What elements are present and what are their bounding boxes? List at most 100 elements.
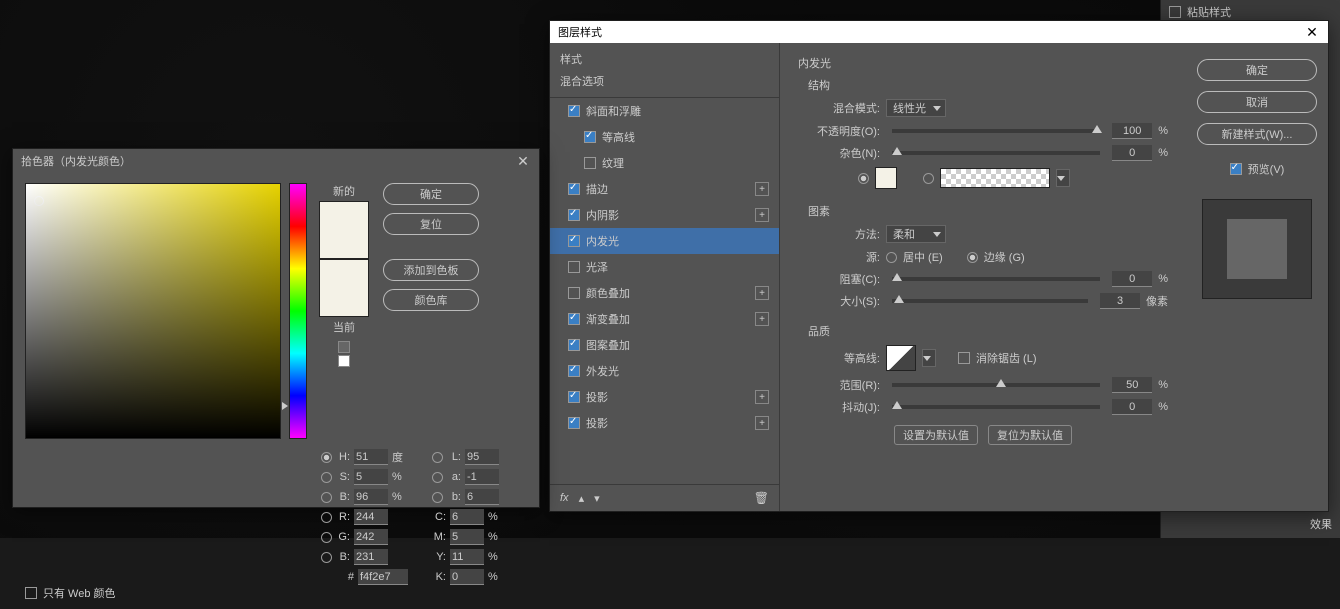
k-input[interactable] xyxy=(450,569,484,585)
plus-icon[interactable]: + xyxy=(755,286,769,300)
add-swatch-button[interactable]: 添加到色板 xyxy=(383,259,479,281)
style-coloroverlay[interactable]: 颜色叠加+ xyxy=(550,280,779,306)
checkbox-icon[interactable] xyxy=(568,105,580,117)
size-slider[interactable] xyxy=(892,299,1088,303)
h-radio[interactable] xyxy=(321,452,332,463)
lab-b-radio[interactable] xyxy=(432,492,443,503)
jitter-slider[interactable] xyxy=(892,405,1100,409)
checkbox-icon[interactable] xyxy=(568,183,580,195)
glow-color-swatch[interactable] xyxy=(875,167,897,189)
checkbox-icon[interactable] xyxy=(584,131,596,143)
m-input[interactable] xyxy=(450,529,484,545)
plus-icon[interactable]: + xyxy=(755,390,769,404)
style-stroke[interactable]: 描边+ xyxy=(550,176,779,202)
color-lib-button[interactable]: 颜色库 xyxy=(383,289,479,311)
lab-b-input[interactable] xyxy=(465,489,499,505)
style-dropshadow-1[interactable]: 投影+ xyxy=(550,384,779,410)
noise-input[interactable] xyxy=(1112,145,1152,161)
checkbox-icon[interactable] xyxy=(568,365,580,377)
style-bevel[interactable]: 斜面和浮雕 xyxy=(550,98,779,124)
style-gradoverlay[interactable]: 渐变叠加+ xyxy=(550,306,779,332)
rgb-b-input[interactable] xyxy=(354,549,388,565)
plus-icon[interactable]: + xyxy=(755,312,769,326)
style-contour[interactable]: 等高线 xyxy=(550,124,779,150)
c-input[interactable] xyxy=(450,509,484,525)
close-icon[interactable]: ✕ xyxy=(1304,24,1320,40)
range-input[interactable] xyxy=(1112,377,1152,393)
fx-icon[interactable]: fx xyxy=(560,492,569,504)
y-input[interactable] xyxy=(450,549,484,565)
sv-field[interactable] xyxy=(25,183,281,439)
make-default-button[interactable]: 设置为默认值 xyxy=(894,425,978,445)
plus-icon[interactable]: + xyxy=(755,182,769,196)
style-innershadow[interactable]: 内阴影+ xyxy=(550,202,779,228)
choke-slider[interactable] xyxy=(892,277,1100,281)
plus-icon[interactable]: + xyxy=(755,416,769,430)
preview-checkbox[interactable] xyxy=(1230,163,1242,175)
contour-dropdown[interactable] xyxy=(922,349,936,367)
cube-icon[interactable] xyxy=(338,341,350,353)
hex-input[interactable] xyxy=(358,569,408,585)
opacity-input[interactable] xyxy=(1112,123,1152,139)
a-input[interactable] xyxy=(465,469,499,485)
ok-button[interactable]: 确定 xyxy=(1197,59,1317,81)
s-input[interactable] xyxy=(354,469,388,485)
checkbox-icon[interactable] xyxy=(584,157,596,169)
checkbox-icon[interactable] xyxy=(568,417,580,429)
checkbox-icon[interactable] xyxy=(568,391,580,403)
arrow-down-icon[interactable]: ▾ xyxy=(594,492,600,505)
style-satin[interactable]: 光泽 xyxy=(550,254,779,280)
style-innerglow[interactable]: 内发光 xyxy=(550,228,779,254)
trash-icon[interactable]: 🗑 xyxy=(754,491,769,505)
checkbox-icon[interactable] xyxy=(568,209,580,221)
source-center-radio[interactable] xyxy=(886,252,897,263)
blendmode-select[interactable]: 线性光 xyxy=(886,99,946,117)
checkbox-icon[interactable] xyxy=(568,287,580,299)
arrow-up-icon[interactable]: ▴ xyxy=(579,492,585,505)
style-patoverlay[interactable]: 图案叠加 xyxy=(550,332,779,358)
opacity-slider[interactable] xyxy=(892,129,1100,133)
gradient-swatch[interactable] xyxy=(940,168,1050,188)
contour-swatch[interactable] xyxy=(886,345,916,371)
l-radio[interactable] xyxy=(432,452,443,463)
gradient-radio[interactable] xyxy=(923,173,934,184)
new-style-button[interactable]: 新建样式(W)... xyxy=(1197,123,1317,145)
rgb-b-radio[interactable] xyxy=(321,552,332,563)
s-radio[interactable] xyxy=(321,472,332,483)
checkbox-icon[interactable] xyxy=(568,339,580,351)
close-icon[interactable]: ✕ xyxy=(515,153,531,169)
layer-style-titlebar[interactable]: 图层样式 ✕ xyxy=(550,21,1328,43)
r-radio[interactable] xyxy=(321,512,332,523)
hue-strip[interactable] xyxy=(289,183,307,439)
g-input[interactable] xyxy=(354,529,388,545)
checkbox-icon[interactable] xyxy=(568,261,580,273)
reset-button[interactable]: 复位 xyxy=(383,213,479,235)
cancel-button[interactable]: 取消 xyxy=(1197,91,1317,113)
checkbox-icon[interactable] xyxy=(568,313,580,325)
gradient-dropdown[interactable] xyxy=(1056,169,1070,187)
jitter-input[interactable] xyxy=(1112,399,1152,415)
g-radio[interactable] xyxy=(321,532,332,543)
b-input[interactable] xyxy=(354,489,388,505)
choke-input[interactable] xyxy=(1112,271,1152,287)
style-outerglow[interactable]: 外发光 xyxy=(550,358,779,384)
source-edge-radio[interactable] xyxy=(967,252,978,263)
ok-button[interactable]: 确定 xyxy=(383,183,479,205)
web-only-checkbox[interactable] xyxy=(25,587,37,599)
h-input[interactable] xyxy=(354,449,388,465)
style-texture[interactable]: 纹理 xyxy=(550,150,779,176)
a-radio[interactable] xyxy=(432,472,443,483)
noise-slider[interactable] xyxy=(892,151,1100,155)
style-dropshadow-2[interactable]: 投影+ xyxy=(550,410,779,436)
range-slider[interactable] xyxy=(892,383,1100,387)
websafe-icon[interactable] xyxy=(338,355,350,367)
checkbox-icon[interactable] xyxy=(568,235,580,247)
plus-icon[interactable]: + xyxy=(755,208,769,222)
b-radio[interactable] xyxy=(321,492,332,503)
color-radio[interactable] xyxy=(858,173,869,184)
antialias-checkbox[interactable] xyxy=(958,352,970,364)
blend-options-row[interactable]: 混合选项 xyxy=(560,73,769,89)
reset-default-button[interactable]: 复位为默认值 xyxy=(988,425,1072,445)
size-input[interactable] xyxy=(1100,293,1140,309)
picker-titlebar[interactable]: 拾色器（内发光颜色） ✕ xyxy=(13,149,539,173)
